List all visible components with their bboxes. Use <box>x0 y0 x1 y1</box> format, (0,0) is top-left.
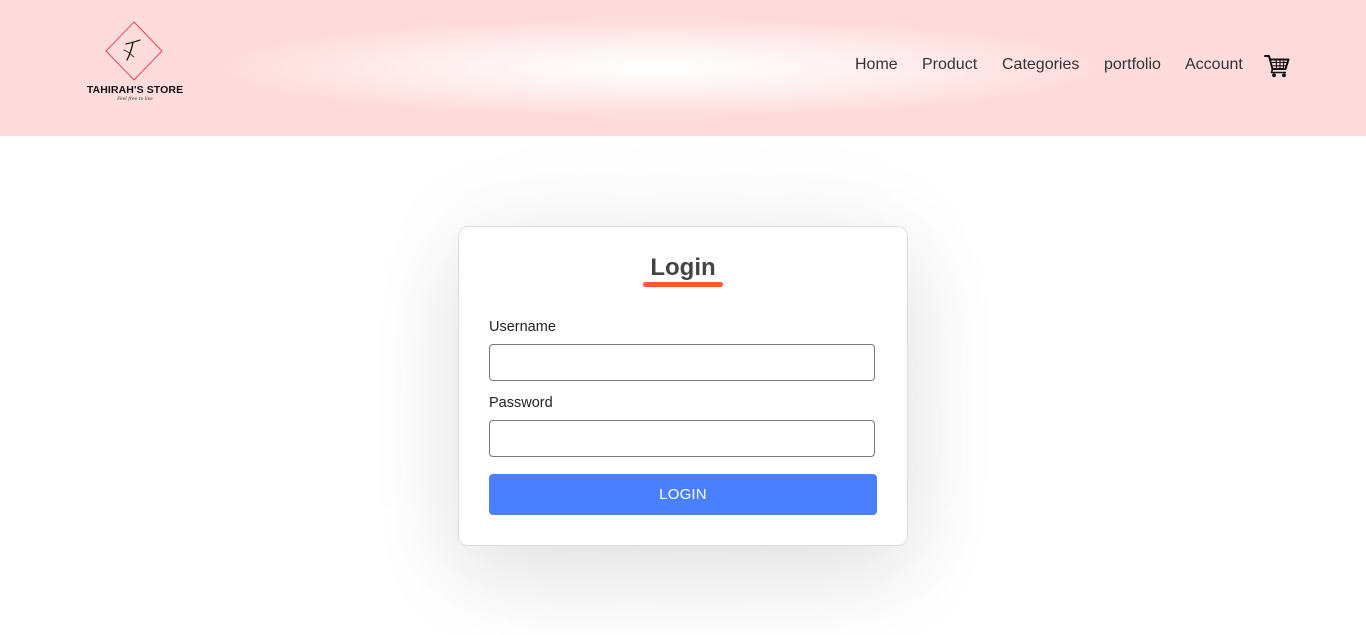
store-tagline: Feel free to live <box>117 97 153 102</box>
password-input[interactable] <box>489 420 875 457</box>
login-button[interactable]: LOGIN <box>489 474 877 515</box>
shopping-cart-icon[interactable] <box>1264 54 1290 78</box>
site-header: TAHIRAH'S STORE Feel free to live Home P… <box>0 0 1366 136</box>
login-title-underline <box>643 282 723 287</box>
nav-item-categories[interactable]: Categories <box>1002 55 1079 75</box>
nav-item-portfolio[interactable]: portfolio <box>1104 55 1161 75</box>
logo-diamond-icon <box>105 21 163 81</box>
login-card: Login Username Password LOGIN <box>458 226 908 546</box>
nav-item-product[interactable]: Product <box>922 55 977 75</box>
store-logo[interactable]: TAHIRAH'S STORE Feel free to live <box>84 20 186 110</box>
login-title: Login <box>650 254 716 281</box>
password-label: Password <box>489 395 553 411</box>
username-input[interactable] <box>489 344 875 381</box>
nav-item-account[interactable]: Account <box>1185 55 1243 75</box>
store-name: TAHIRAH'S STORE <box>86 84 184 96</box>
username-label: Username <box>489 319 556 335</box>
nav-item-home[interactable]: Home <box>855 55 898 75</box>
